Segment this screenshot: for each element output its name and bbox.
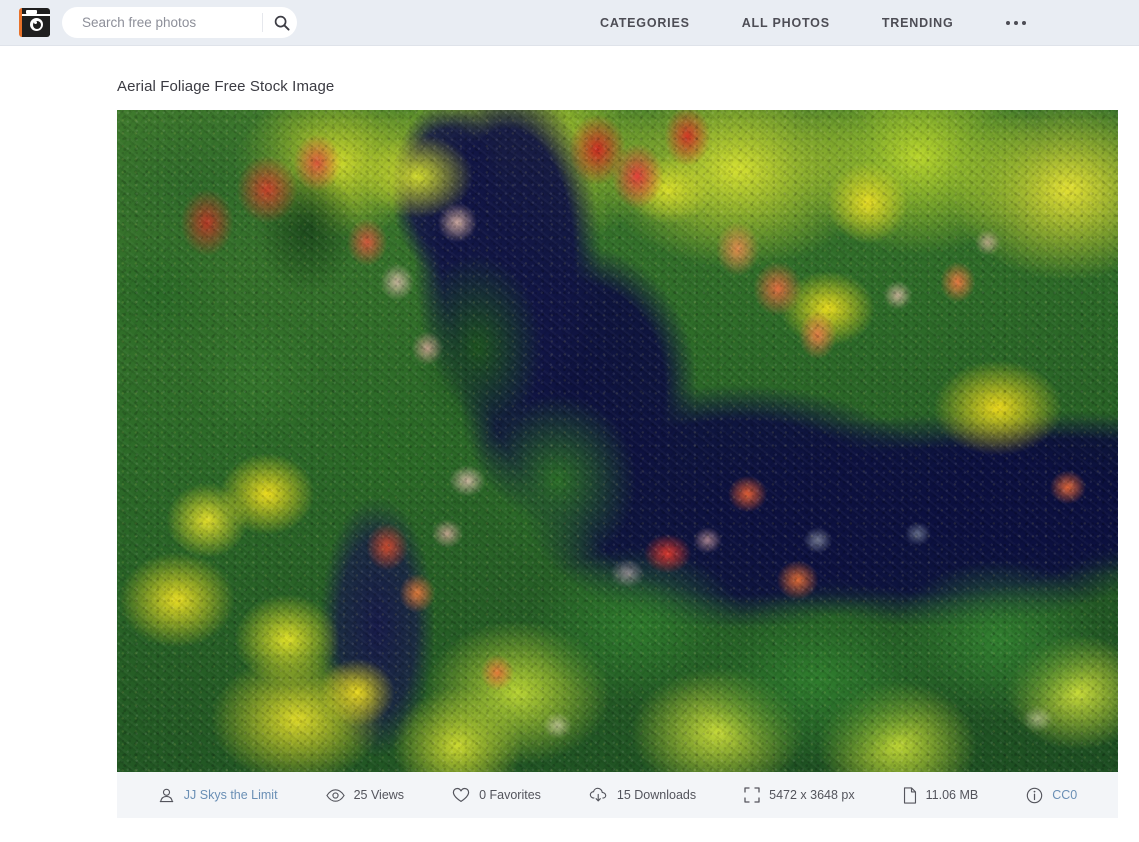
search-divider bbox=[262, 13, 263, 32]
site-header: CATEGORIES ALL PHOTOS TRENDING bbox=[0, 0, 1139, 46]
meta-dimensions-label: 5472 x 3648 px bbox=[769, 788, 855, 802]
meta-dimensions: 5472 x 3648 px bbox=[744, 787, 855, 803]
meta-downloads: 15 Downloads bbox=[589, 787, 696, 803]
nav-item-all-photos[interactable]: ALL PHOTOS bbox=[742, 16, 830, 30]
camera-lens-highlight bbox=[34, 21, 37, 24]
photo-meta-bar: JJ Skys the Limit 25 Views 0 Favorites 1… bbox=[117, 772, 1118, 818]
meta-filesize-label: 11.06 MB bbox=[925, 788, 979, 802]
meta-views-label: 25 Views bbox=[353, 788, 405, 802]
photo-layer-vignette bbox=[117, 110, 1118, 772]
meta-downloads-label: 15 Downloads bbox=[616, 788, 697, 802]
nav-item-categories[interactable]: CATEGORIES bbox=[600, 16, 690, 30]
search-input[interactable] bbox=[80, 7, 260, 38]
meta-filesize: 11.06 MB bbox=[903, 786, 979, 804]
ellipsis-dot bbox=[1013, 20, 1019, 26]
user-icon bbox=[158, 787, 175, 804]
meta-favorites-label: 0 Favorites bbox=[479, 788, 541, 802]
search-box[interactable] bbox=[62, 7, 297, 38]
ellipsis-dot bbox=[1005, 20, 1011, 26]
heart-icon bbox=[452, 787, 470, 803]
camera-icon[interactable] bbox=[19, 8, 50, 37]
cloud-download-icon bbox=[589, 787, 608, 803]
main-nav: CATEGORIES ALL PHOTOS TRENDING bbox=[600, 0, 1027, 46]
meta-license-label: CC0 bbox=[1052, 788, 1078, 802]
ellipsis-dot bbox=[1021, 20, 1027, 26]
eye-icon bbox=[325, 788, 345, 803]
meta-author[interactable]: JJ Skys the Limit bbox=[158, 787, 278, 804]
meta-views: 25 Views bbox=[325, 788, 405, 803]
nav-item-trending[interactable]: TRENDING bbox=[882, 16, 954, 30]
page-title: Aerial Foliage Free Stock Image bbox=[117, 78, 335, 95]
ellipsis-icon[interactable] bbox=[1005, 20, 1027, 26]
meta-license[interactable]: CC0 bbox=[1026, 787, 1077, 804]
meta-author-label: JJ Skys the Limit bbox=[183, 788, 278, 802]
search-icon[interactable] bbox=[267, 7, 297, 38]
photo-image[interactable] bbox=[117, 110, 1118, 772]
info-icon bbox=[1026, 787, 1043, 804]
meta-favorites: 0 Favorites bbox=[452, 787, 541, 803]
file-icon bbox=[903, 786, 917, 804]
dimensions-icon bbox=[744, 787, 760, 803]
